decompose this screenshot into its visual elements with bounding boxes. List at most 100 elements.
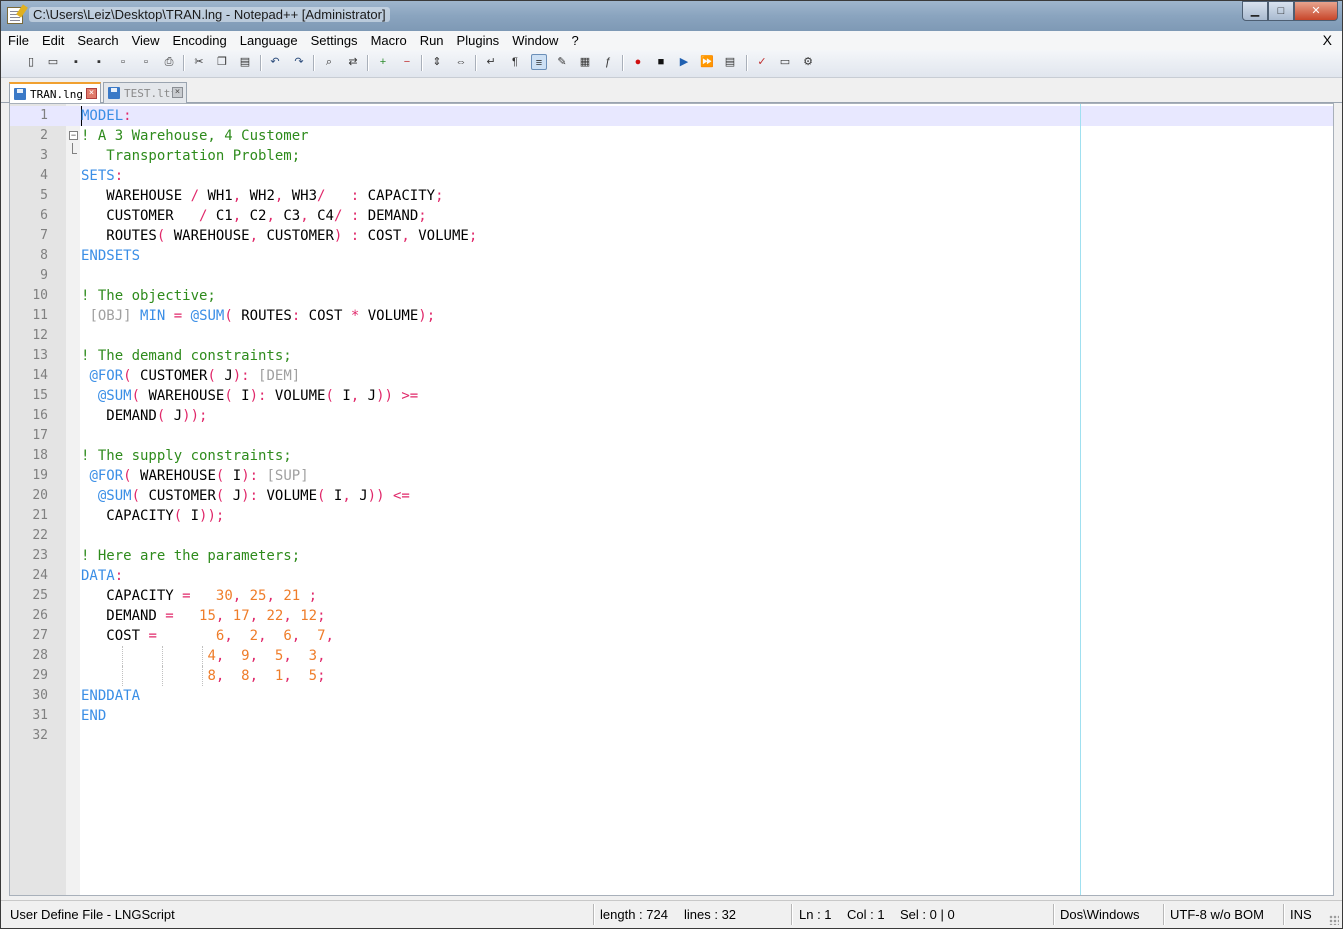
tab-test-ltf[interactable]: TEST.ltf × xyxy=(103,82,187,103)
title-bar[interactable]: C:\Users\Leiz\Desktop\TRAN.lng - Notepad… xyxy=(1,1,1342,31)
editor-area[interactable]: − 1 MODEL: 2! A 3 Warehouse, 4 Customer 3 T… xyxy=(9,103,1334,896)
code-line[interactable]: 18 ! The supply constraints; xyxy=(10,446,1333,466)
code-line[interactable]: 17 xyxy=(10,426,1333,446)
stop-macro-icon[interactable]: ■ xyxy=(653,54,669,70)
redo-icon[interactable]: ↷ xyxy=(291,54,307,70)
code-line[interactable]: 29 8, 8, 1, 5; xyxy=(10,666,1333,686)
code-line[interactable]: 31 END xyxy=(10,706,1333,726)
code-line[interactable]: 23 ! Here are the parameters; xyxy=(10,546,1333,566)
cut-icon[interactable]: ✂ xyxy=(191,54,207,70)
menu-help[interactable]: ? xyxy=(564,31,584,50)
find-icon[interactable]: ⌕ xyxy=(321,54,337,70)
minimize-button[interactable]: ▁ xyxy=(1242,1,1268,21)
code-line[interactable]: 3 Transportation Problem; xyxy=(10,146,1333,166)
code-line[interactable]: 10 ! The objective; xyxy=(10,286,1333,306)
line-number: 29 xyxy=(32,668,48,683)
print-icon[interactable]: ⎙ xyxy=(161,54,177,70)
code-line[interactable]: 9 xyxy=(10,266,1333,286)
code-line[interactable]: 30 ENDDATA xyxy=(10,686,1333,706)
replace-icon[interactable]: ⇄ xyxy=(345,54,361,70)
record-macro-icon[interactable]: ● xyxy=(630,54,646,70)
code-line[interactable]: 4 SETS: xyxy=(10,166,1333,186)
code-line[interactable]: 12 xyxy=(10,326,1333,346)
menu-encoding[interactable]: Encoding xyxy=(166,31,233,50)
code-line[interactable]: 1 MODEL: xyxy=(10,106,1333,126)
menu-plugins[interactable]: Plugins xyxy=(450,31,506,50)
code-token: )) xyxy=(376,388,393,404)
code-line[interactable]: 27 COST = 6, 2, 6, 7, xyxy=(10,626,1333,646)
code-line[interactable]: 5 WAREHOUSE / WH1, WH2, WH3/ : CAPACITY; xyxy=(10,186,1333,206)
sync-horizontal-icon[interactable]: ⇔ xyxy=(453,54,469,70)
paste-icon[interactable]: ▤ xyxy=(237,54,253,70)
close-icon[interactable]: ▫ xyxy=(115,54,131,70)
save-macro-icon[interactable]: ▤ xyxy=(722,54,738,70)
zoom-out-icon[interactable]: − xyxy=(399,54,415,70)
doc-map-icon[interactable]: ▦ xyxy=(577,54,593,70)
code-line[interactable]: 8 ENDSETS xyxy=(10,246,1333,266)
code-line[interactable]: 13 ! The demand constraints; xyxy=(10,346,1333,366)
menu-language[interactable]: Language xyxy=(233,31,304,50)
close-all-icon[interactable]: ▫ xyxy=(138,54,154,70)
console-icon[interactable]: ▭ xyxy=(777,54,793,70)
plugin-icon[interactable]: ⚙ xyxy=(800,54,816,70)
close-tab-icon[interactable]: × xyxy=(86,88,97,99)
menu-macro[interactable]: Macro xyxy=(364,31,413,50)
code-line[interactable]: 21 CAPACITY( I)); xyxy=(10,506,1333,526)
code-token: MODEL xyxy=(81,108,124,124)
menu-settings[interactable]: Settings xyxy=(304,31,364,50)
save-icon[interactable]: ▪ xyxy=(68,54,84,70)
undo-icon[interactable]: ↶ xyxy=(267,54,283,70)
tab-tran-lng[interactable]: TRAN.lng × xyxy=(9,82,101,104)
code-line[interactable]: 28 4, 9, 5, 3, xyxy=(10,646,1333,666)
code-line[interactable]: 7 ROUTES( WAREHOUSE, CUSTOMER) : COST, V… xyxy=(10,226,1333,246)
code-line[interactable]: 14 @FOR( CUSTOMER( J): [DEM] xyxy=(10,366,1333,386)
menu-file[interactable]: File xyxy=(1,31,35,50)
code-line[interactable]: 2 ! A 3 Warehouse, 4 Customer xyxy=(10,126,1333,146)
menu-search[interactable]: Search xyxy=(70,31,124,50)
word-wrap-icon[interactable]: ↵ xyxy=(483,54,499,70)
open-file-icon[interactable]: ▭ xyxy=(45,54,61,70)
line-number: 13 xyxy=(32,348,48,363)
toolbar-separator xyxy=(475,55,476,71)
code-line[interactable]: 16 DEMAND( J)); xyxy=(10,406,1333,426)
resize-grip[interactable] xyxy=(1329,915,1339,925)
code-line[interactable]: 24 DATA: xyxy=(10,566,1333,586)
code-line[interactable]: 15 @SUM( WAREHOUSE( I): VOLUME( I, J)) >… xyxy=(10,386,1333,406)
show-all-chars-icon[interactable]: ¶ xyxy=(507,54,523,70)
sync-vertical-icon[interactable]: ⇕ xyxy=(429,54,445,70)
code-line[interactable]: 11 [OBJ] MIN = @SUM( ROUTES: COST * VOLU… xyxy=(10,306,1333,326)
indent-guide-icon[interactable]: ≡ xyxy=(531,54,547,70)
menu-run[interactable]: Run xyxy=(413,31,450,50)
line-number: 21 xyxy=(32,508,48,523)
close-document-button[interactable]: X xyxy=(1323,32,1332,48)
close-window-button[interactable]: ✕ xyxy=(1294,1,1338,21)
code-line[interactable]: 32 xyxy=(10,726,1333,746)
maximize-button[interactable]: □ xyxy=(1268,1,1294,21)
code-line[interactable]: 25 CAPACITY = 30, 25, 21 ; xyxy=(10,586,1333,606)
code-line[interactable]: 19 @FOR( WAREHOUSE( I): [SUP] xyxy=(10,466,1333,486)
code-token: CUSTOMER xyxy=(258,228,334,244)
save-all-icon[interactable]: ▪ xyxy=(91,54,107,70)
code-line[interactable]: 26 DEMAND = 15, 17, 22, 12; xyxy=(10,606,1333,626)
zoom-in-icon[interactable]: + xyxy=(375,54,391,70)
code-line[interactable]: 22 xyxy=(10,526,1333,546)
new-file-icon[interactable]: ▯ xyxy=(23,54,39,70)
menu-window[interactable]: Window xyxy=(505,31,564,50)
code-line[interactable]: 20 @SUM( CUSTOMER( J): VOLUME( I, J)) <= xyxy=(10,486,1333,506)
code-line[interactable]: 6 CUSTOMER / C1, C2, C3, C4/ : DEMAND; xyxy=(10,206,1333,226)
menu-edit[interactable]: Edit xyxy=(35,31,70,50)
function-list-icon[interactable]: ƒ xyxy=(600,54,616,70)
user-lang-icon[interactable]: ✎ xyxy=(554,54,570,70)
menu-view[interactable]: View xyxy=(125,31,166,50)
play-macro-icon[interactable]: ▶ xyxy=(676,54,692,70)
copy-icon[interactable]: ❐ xyxy=(214,54,230,70)
close-tab-icon[interactable]: × xyxy=(172,87,183,98)
spell-check-icon[interactable]: ✓ xyxy=(754,54,770,70)
line-number: 7 xyxy=(40,228,48,243)
run-macro-multiple-icon[interactable]: ⏩ xyxy=(699,54,715,70)
line-text: ! A 3 Warehouse, 4 Customer xyxy=(81,126,309,146)
saved-file-icon xyxy=(14,88,26,100)
